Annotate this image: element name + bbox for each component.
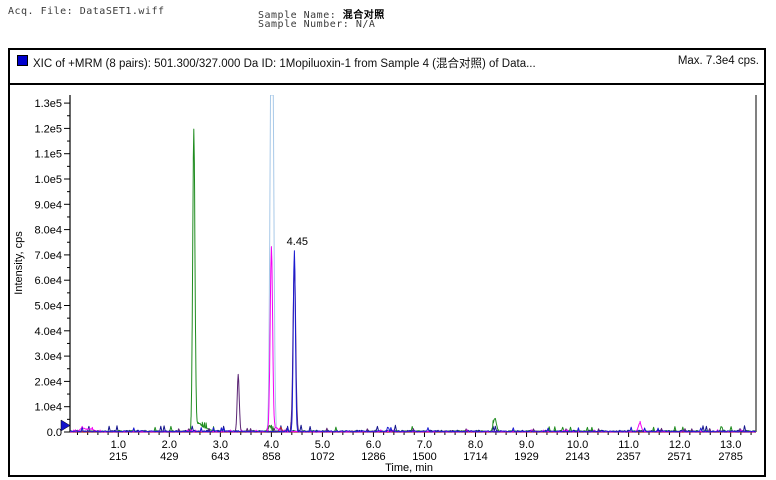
trace-legend-swatch-icon: [17, 55, 28, 66]
chromatogram-panel: XIC of +MRM (8 pairs): 501.300/327.000 D…: [8, 48, 766, 477]
chromatogram-title-bar: XIC of +MRM (8 pairs): 501.300/327.000 D…: [10, 50, 764, 85]
sample-number-line: Sample Number: N/A: [258, 19, 375, 30]
chromatogram-title: XIC of +MRM (8 pairs): 501.300/327.000 D…: [33, 55, 536, 71]
analyst-chromatogram-page: { "header": { "acq_file": {"label": "Acq…: [0, 0, 776, 480]
sample-number-value: N/A: [356, 19, 376, 30]
max-intensity-label: Max. 7.3e4 cps.: [678, 55, 759, 67]
acq-file-value: DataSET1.wiff: [80, 6, 165, 17]
sample-number-label: Sample Number:: [258, 19, 356, 30]
acq-file-line: Acq. File: DataSET1.wiff: [8, 6, 165, 17]
acq-file-label: Acq. File:: [8, 6, 80, 17]
